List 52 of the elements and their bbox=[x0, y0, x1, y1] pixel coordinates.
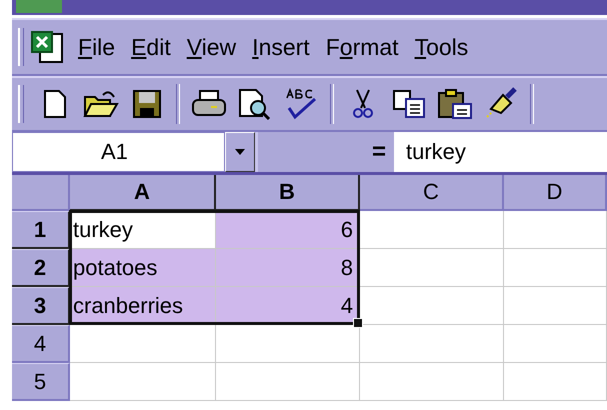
cell[interactable] bbox=[504, 287, 607, 325]
menu-item[interactable]: File bbox=[70, 34, 124, 60]
scissors-icon bbox=[351, 88, 375, 120]
cell[interactable]: potatoes bbox=[70, 249, 216, 287]
fill-handle[interactable] bbox=[353, 318, 363, 328]
cell[interactable] bbox=[360, 325, 504, 363]
dropdown-button[interactable] bbox=[225, 132, 255, 172]
column-header[interactable]: D bbox=[504, 175, 607, 211]
formula-field[interactable]: turkey bbox=[394, 132, 607, 172]
row-header[interactable]: 3 bbox=[12, 287, 70, 325]
spreadsheet-icon[interactable] bbox=[30, 30, 66, 64]
menu-item[interactable]: Edit bbox=[123, 34, 179, 60]
menu-item[interactable]: Insert bbox=[244, 34, 318, 60]
cell[interactable]: turkey bbox=[70, 211, 216, 249]
cell[interactable] bbox=[504, 249, 607, 287]
cell[interactable] bbox=[216, 363, 360, 401]
cell[interactable] bbox=[360, 249, 504, 287]
cell[interactable] bbox=[70, 325, 216, 363]
cell[interactable] bbox=[504, 325, 607, 363]
cell[interactable] bbox=[360, 287, 504, 325]
row-header[interactable]: 4 bbox=[12, 325, 70, 363]
column-header[interactable]: B bbox=[216, 175, 360, 211]
menu-item[interactable]: View bbox=[178, 34, 244, 60]
select-all-corner[interactable] bbox=[12, 175, 70, 211]
menu-item[interactable]: Tools bbox=[406, 34, 476, 60]
cell[interactable] bbox=[70, 363, 216, 401]
cell[interactable] bbox=[216, 325, 360, 363]
copy-pages-icon bbox=[392, 89, 426, 119]
name-box[interactable]: A1 bbox=[12, 132, 225, 172]
cell[interactable]: 8 bbox=[216, 249, 360, 287]
caret-icon bbox=[235, 149, 245, 155]
cell[interactable] bbox=[504, 211, 607, 249]
cell[interactable] bbox=[504, 363, 607, 401]
printer-icon bbox=[191, 89, 227, 119]
equals-sign: = bbox=[372, 138, 386, 166]
row-header[interactable]: 2 bbox=[12, 249, 70, 287]
row-header[interactable]: 5 bbox=[12, 363, 70, 401]
cell[interactable] bbox=[360, 211, 504, 249]
cell[interactable] bbox=[360, 363, 504, 401]
menu-item[interactable]: Format bbox=[318, 34, 407, 60]
clipboard-icon bbox=[437, 88, 473, 120]
row-header[interactable]: 1 bbox=[12, 211, 70, 249]
page-magnifier-icon bbox=[238, 88, 272, 120]
blank-page-icon bbox=[43, 89, 67, 119]
app-icon bbox=[16, 0, 62, 13]
column-header[interactable]: A bbox=[70, 175, 216, 211]
folder-icon bbox=[83, 89, 119, 119]
cell[interactable]: 4 bbox=[216, 287, 360, 325]
cell[interactable]: cranberries bbox=[70, 287, 216, 325]
cell[interactable]: 6 bbox=[216, 211, 360, 249]
column-header[interactable]: C bbox=[360, 175, 504, 211]
spell-check-icon bbox=[284, 88, 318, 120]
